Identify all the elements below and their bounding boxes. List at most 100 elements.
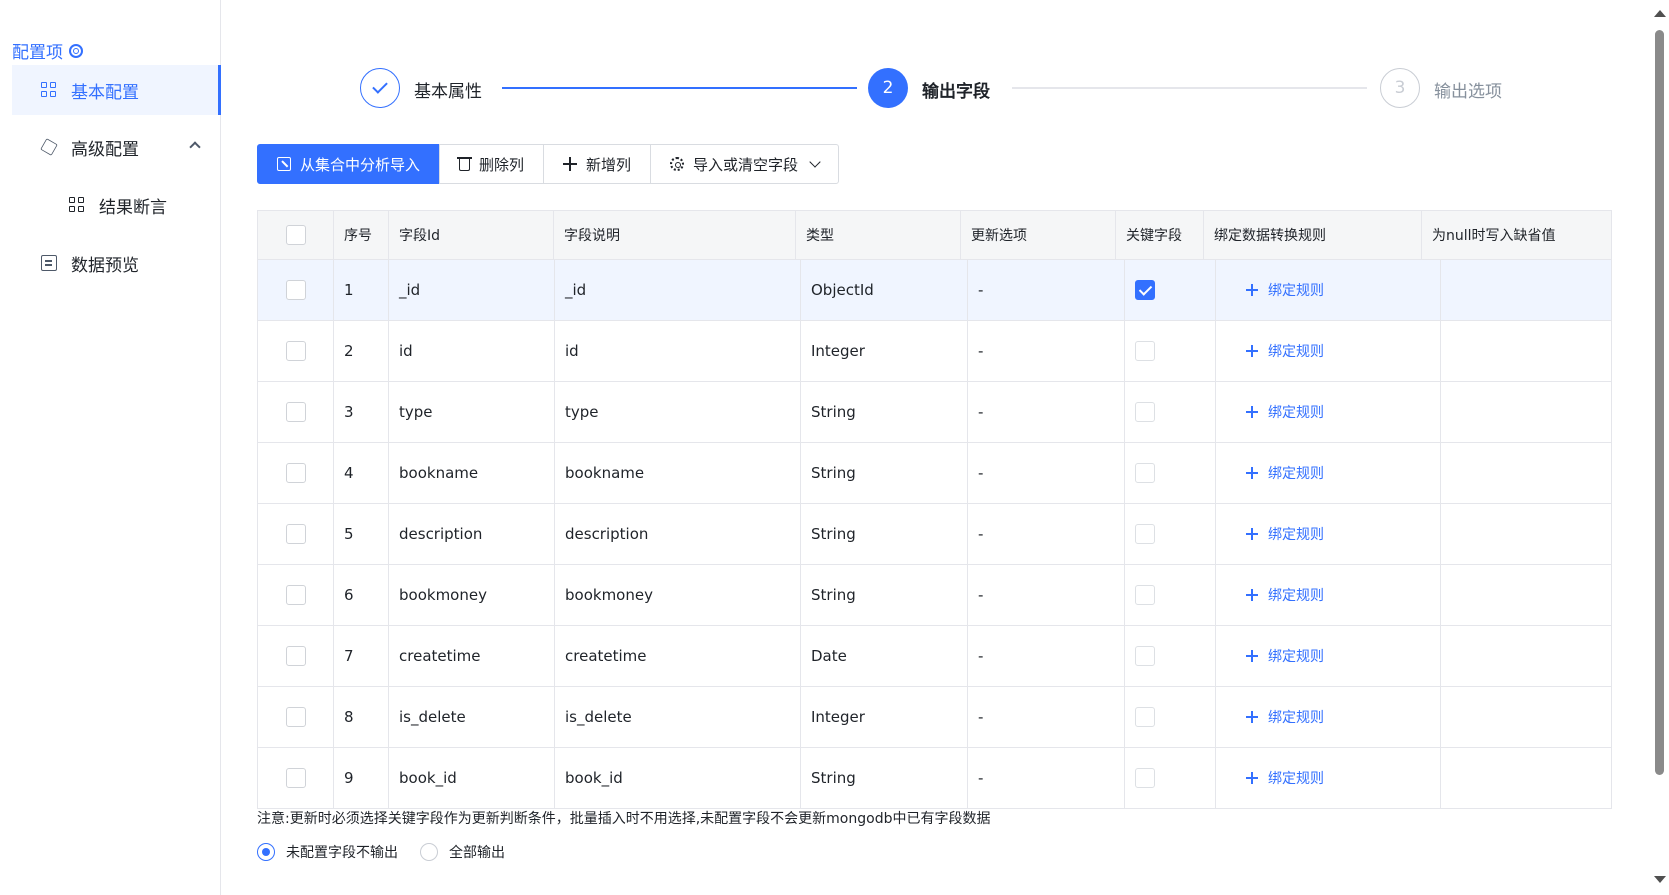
bind-rule-link[interactable]: 绑定规则: [1246, 280, 1324, 300]
scroll-down-arrow-icon[interactable]: [1654, 876, 1666, 883]
add-column-button[interactable]: 新增列: [543, 144, 652, 184]
key-field-checkbox[interactable]: [1135, 280, 1155, 300]
bind-rule-link[interactable]: 绑定规则: [1246, 707, 1324, 727]
row-type[interactable]: Integer: [801, 687, 968, 747]
import-from-collection-button[interactable]: 从集合中分析导入: [257, 144, 441, 184]
row-update-option[interactable]: -: [968, 504, 1125, 564]
table-row[interactable]: 1 _id _id ObjectId - 绑定规则: [258, 259, 1611, 320]
radio-label-output-all[interactable]: 全部输出: [449, 842, 505, 862]
row-field-desc[interactable]: id: [555, 321, 801, 381]
table-row[interactable]: 7 createtime createtime Date - 绑定规则: [258, 625, 1611, 686]
table-row[interactable]: 5 description description String - 绑定规则: [258, 503, 1611, 564]
row-null-default[interactable]: [1441, 748, 1611, 808]
scroll-up-arrow-icon[interactable]: [1654, 10, 1666, 17]
row-field-id[interactable]: createtime: [389, 626, 555, 686]
settings-icon[interactable]: [69, 43, 83, 58]
row-null-default[interactable]: [1441, 626, 1611, 686]
row-field-id[interactable]: description: [389, 504, 555, 564]
row-field-id[interactable]: _id: [389, 260, 555, 320]
row-field-desc[interactable]: bookmoney: [555, 565, 801, 625]
row-type[interactable]: Date: [801, 626, 968, 686]
row-select-checkbox[interactable]: [285, 585, 306, 605]
row-field-desc[interactable]: book_id: [555, 748, 801, 808]
row-select-checkbox[interactable]: [285, 707, 306, 727]
radio-label-unconfigured-no-output[interactable]: 未配置字段不输出: [286, 842, 398, 862]
radio-unconfigured-no-output[interactable]: [257, 843, 275, 861]
sidebar-item-result-assertion[interactable]: 结果断言: [12, 180, 221, 230]
row-select-checkbox[interactable]: [285, 524, 306, 544]
sidebar-item-data-preview[interactable]: 数据预览: [12, 238, 221, 288]
key-field-checkbox[interactable]: [1135, 646, 1155, 666]
sidebar-item-advanced-config[interactable]: 高级配置: [12, 122, 221, 172]
key-field-checkbox[interactable]: [1135, 524, 1155, 544]
row-update-option[interactable]: -: [968, 321, 1125, 381]
row-update-option[interactable]: -: [968, 565, 1125, 625]
chevron-up-icon[interactable]: [189, 141, 201, 153]
bind-rule-link[interactable]: 绑定规则: [1246, 341, 1324, 361]
row-select-checkbox[interactable]: [285, 280, 306, 300]
select-all-checkbox[interactable]: [285, 225, 306, 245]
delete-column-button[interactable]: 删除列: [439, 144, 545, 184]
row-type[interactable]: String: [801, 748, 968, 808]
row-type[interactable]: String: [801, 382, 968, 442]
import-or-clear-fields-dropdown[interactable]: 导入或清空字段: [650, 144, 840, 184]
row-update-option[interactable]: -: [968, 382, 1125, 442]
row-field-id[interactable]: id: [389, 321, 555, 381]
row-type[interactable]: String: [801, 443, 968, 503]
sidebar-item-basic-config[interactable]: 基本配置: [12, 65, 221, 115]
row-field-desc[interactable]: bookname: [555, 443, 801, 503]
table-row[interactable]: 8 is_delete is_delete Integer - 绑定规则: [258, 686, 1611, 747]
row-field-id[interactable]: type: [389, 382, 555, 442]
row-field-desc[interactable]: is_delete: [555, 687, 801, 747]
row-null-default[interactable]: [1441, 260, 1611, 320]
table-row[interactable]: 4 bookname bookname String - 绑定规则: [258, 442, 1611, 503]
row-select-checkbox[interactable]: [285, 463, 306, 483]
row-select-checkbox[interactable]: [285, 341, 306, 361]
row-field-desc[interactable]: _id: [555, 260, 801, 320]
row-type[interactable]: String: [801, 565, 968, 625]
row-update-option[interactable]: -: [968, 443, 1125, 503]
row-field-id[interactable]: is_delete: [389, 687, 555, 747]
row-select-checkbox[interactable]: [285, 646, 306, 666]
key-field-checkbox[interactable]: [1135, 707, 1155, 727]
step-2-active[interactable]: 2: [868, 68, 908, 108]
row-update-option[interactable]: -: [968, 748, 1125, 808]
row-select-checkbox[interactable]: [285, 402, 306, 422]
row-field-desc[interactable]: type: [555, 382, 801, 442]
row-select-checkbox[interactable]: [285, 768, 306, 788]
row-null-default[interactable]: [1441, 382, 1611, 442]
scrollbar-thumb[interactable]: [1655, 30, 1664, 775]
radio-output-all[interactable]: [420, 843, 438, 861]
row-null-default[interactable]: [1441, 321, 1611, 381]
bind-rule-link[interactable]: 绑定规则: [1246, 646, 1324, 666]
key-field-checkbox[interactable]: [1135, 768, 1155, 788]
step-3-pending[interactable]: 3: [1380, 68, 1420, 108]
row-field-id[interactable]: book_id: [389, 748, 555, 808]
row-type[interactable]: Integer: [801, 321, 968, 381]
key-field-checkbox[interactable]: [1135, 463, 1155, 483]
row-field-id[interactable]: bookmoney: [389, 565, 555, 625]
bind-rule-link[interactable]: 绑定规则: [1246, 768, 1324, 788]
row-update-option[interactable]: -: [968, 260, 1125, 320]
row-field-desc[interactable]: description: [555, 504, 801, 564]
table-row[interactable]: 6 bookmoney bookmoney String - 绑定规则: [258, 564, 1611, 625]
row-null-default[interactable]: [1441, 687, 1611, 747]
row-type[interactable]: ObjectId: [801, 260, 968, 320]
row-field-desc[interactable]: createtime: [555, 626, 801, 686]
key-field-checkbox[interactable]: [1135, 585, 1155, 605]
row-field-id[interactable]: bookname: [389, 443, 555, 503]
bind-rule-link[interactable]: 绑定规则: [1246, 585, 1324, 605]
table-row[interactable]: 3 type type String - 绑定规则: [258, 381, 1611, 442]
row-update-option[interactable]: -: [968, 626, 1125, 686]
row-null-default[interactable]: [1441, 443, 1611, 503]
step-1-done[interactable]: [360, 68, 400, 108]
table-row[interactable]: 9 book_id book_id String - 绑定规则: [258, 747, 1611, 808]
row-update-option[interactable]: -: [968, 687, 1125, 747]
page-scrollbar[interactable]: [1649, 0, 1669, 895]
bind-rule-link[interactable]: 绑定规则: [1246, 402, 1324, 422]
key-field-checkbox[interactable]: [1135, 341, 1155, 361]
row-null-default[interactable]: [1441, 565, 1611, 625]
row-type[interactable]: String: [801, 504, 968, 564]
bind-rule-link[interactable]: 绑定规则: [1246, 524, 1324, 544]
row-null-default[interactable]: [1441, 504, 1611, 564]
